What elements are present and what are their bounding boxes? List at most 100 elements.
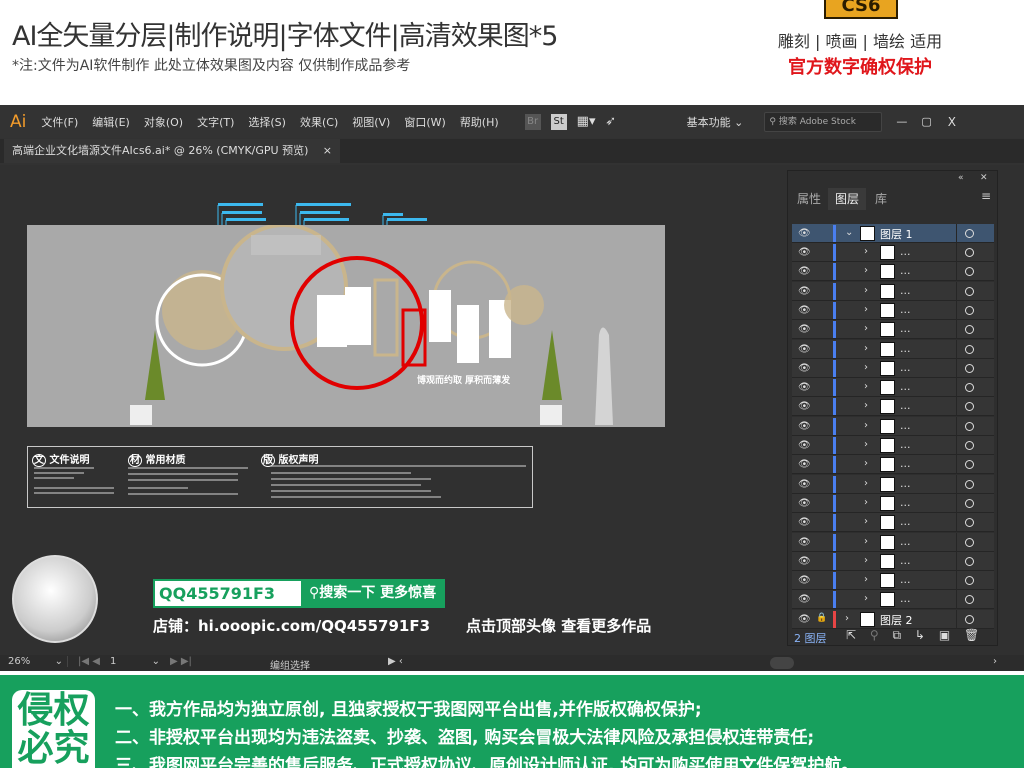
target-icon[interactable] <box>965 537 974 547</box>
sublayer-name[interactable]: ... <box>900 515 911 528</box>
document-tab[interactable]: 高端企业文化墙源文件AIcs6.ai* @ 26% (CMYK/GPU 预览) … <box>4 139 340 163</box>
layer-row-2[interactable]: 👁 🔒 › 图层 2 <box>792 609 994 629</box>
sublayer-row[interactable]: 👁 ›... <box>792 300 994 320</box>
sublayer-name[interactable]: ... <box>900 361 911 374</box>
sublayer-row[interactable]: 👁 ›... <box>792 551 994 571</box>
target-icon[interactable] <box>965 383 974 393</box>
target-icon[interactable] <box>965 498 974 508</box>
target-icon[interactable] <box>965 363 974 373</box>
sublayer-row[interactable]: 👁 ›... <box>792 532 994 552</box>
target-icon[interactable] <box>965 305 974 315</box>
visibility-eye-icon[interactable]: 👁 <box>798 498 811 509</box>
target-icon[interactable] <box>965 267 974 277</box>
expand-chevron-icon[interactable]: › <box>864 420 868 431</box>
visibility-eye-icon[interactable]: 👁 <box>798 344 811 355</box>
menu-file[interactable]: 文件(F) <box>34 114 85 130</box>
target-icon[interactable] <box>965 614 974 624</box>
visibility-eye-icon[interactable]: 👁 <box>798 421 811 432</box>
visibility-eye-icon[interactable]: 👁 <box>798 363 811 374</box>
expand-chevron-icon[interactable]: › <box>864 574 868 585</box>
sublayer-name[interactable]: ... <box>900 380 911 393</box>
target-icon[interactable] <box>965 286 974 296</box>
expand-chevron-icon[interactable]: › <box>864 593 868 604</box>
sublayer-name[interactable]: ... <box>900 303 911 316</box>
expand-chevron-icon[interactable]: › <box>864 285 868 296</box>
visibility-eye-icon[interactable]: 👁 <box>798 517 811 528</box>
artboard-select[interactable]: 1 ⌄ <box>110 656 160 667</box>
clipping-mask-icon[interactable]: ⧉ <box>893 628 902 642</box>
delete-icon[interactable]: 🗑 <box>964 628 979 642</box>
sublayer-row[interactable]: 👁 ›... <box>792 358 994 378</box>
sublayer-name[interactable]: ... <box>900 342 911 355</box>
sublayer-name[interactable]: ... <box>900 554 911 567</box>
expand-chevron-icon[interactable]: › <box>864 439 868 450</box>
layer-name[interactable]: 图层 1 <box>880 226 913 242</box>
sublayer-row[interactable]: 👁 ›... <box>792 590 994 610</box>
target-icon[interactable] <box>965 479 974 489</box>
artboard[interactable]: 博观而约取 厚积而薄发 <box>27 223 665 427</box>
collapse-panel-icon[interactable]: « <box>958 173 964 183</box>
sublayer-name[interactable]: ... <box>900 496 911 509</box>
expand-chevron-icon[interactable]: › <box>864 381 868 392</box>
visibility-eye-icon[interactable]: 👁 <box>798 575 811 586</box>
panel-menu-icon[interactable]: ≡ <box>981 189 991 203</box>
stock-search-input[interactable]: ⚲ 搜索 Adobe Stock <box>764 111 883 132</box>
first-artboard-icon[interactable]: |◀ ◀ <box>78 656 100 667</box>
sublayer-row[interactable]: 👁 ›... <box>792 262 994 282</box>
sublayer-name[interactable]: ... <box>900 573 911 586</box>
sublayer-row[interactable]: 👁 ›... <box>792 397 994 417</box>
menu-window[interactable]: 窗口(W) <box>397 114 452 130</box>
expand-chevron-icon[interactable]: › <box>864 362 868 373</box>
new-sublayer-icon[interactable]: ↳ <box>915 628 925 642</box>
sublayer-name[interactable]: ... <box>900 284 911 297</box>
expand-chevron-icon[interactable]: › <box>864 555 868 566</box>
close-tab-icon[interactable]: × <box>323 139 332 163</box>
close-button[interactable]: X <box>948 115 956 129</box>
close-panel-icon[interactable]: ✕ <box>980 173 988 183</box>
sublayer-row[interactable]: 👁 ›... <box>792 416 994 436</box>
sublayer-name[interactable]: ... <box>900 322 911 335</box>
visibility-eye-icon[interactable]: 👁 <box>798 459 811 470</box>
visibility-eye-icon[interactable]: 👁 <box>798 440 811 451</box>
horizontal-scrollbar-thumb[interactable] <box>770 657 794 669</box>
menu-type[interactable]: 文字(T) <box>190 114 241 130</box>
expand-chevron-icon[interactable]: › <box>845 613 849 624</box>
sublayer-name[interactable]: ... <box>900 399 911 412</box>
lock-icon[interactable]: 🔒 <box>816 613 827 623</box>
visibility-eye-icon[interactable]: 👁 <box>798 556 811 567</box>
layer-name[interactable]: 图层 2 <box>880 612 913 628</box>
target-icon[interactable] <box>965 518 974 528</box>
sublayer-name[interactable]: ... <box>900 477 911 490</box>
menu-effect[interactable]: 效果(C) <box>293 114 345 130</box>
target-icon[interactable] <box>965 421 974 431</box>
sublayer-row[interactable]: 👁 ›... <box>792 243 994 262</box>
expand-chevron-icon[interactable]: › <box>864 304 868 315</box>
target-icon[interactable] <box>965 344 974 354</box>
sublayer-row[interactable]: 👁 ›... <box>792 339 994 359</box>
target-icon[interactable] <box>965 556 974 566</box>
sublayer-row[interactable]: 👁 ›... <box>792 474 994 494</box>
expand-chevron-icon[interactable]: › <box>864 323 868 334</box>
canvas[interactable]: 博观而约取 厚积而薄发 文 文件说明 材 常用材质 版 版权声明 QQ45579… <box>0 165 1024 655</box>
sublayer-row[interactable]: 👁 ›... <box>792 493 994 513</box>
expand-chevron-icon[interactable]: › <box>864 516 868 527</box>
tab-layers[interactable]: 图层 <box>828 188 867 210</box>
menu-edit[interactable]: 编辑(E) <box>85 114 137 130</box>
expand-chevron-icon[interactable]: › <box>864 458 868 469</box>
expand-chevron-icon[interactable]: › <box>864 478 868 489</box>
target-icon[interactable] <box>965 248 974 257</box>
qq-search-input[interactable]: QQ455791F3 <box>153 579 303 608</box>
target-icon[interactable] <box>965 402 974 412</box>
visibility-eye-icon[interactable]: 👁 <box>798 228 811 239</box>
minimize-button[interactable]: — <box>896 115 907 128</box>
visibility-eye-icon[interactable]: 👁 <box>798 266 811 277</box>
last-artboard-icon[interactable]: ▶ ▶| <box>170 656 192 667</box>
visibility-eye-icon[interactable]: 👁 <box>798 382 811 393</box>
target-icon[interactable] <box>965 325 974 335</box>
zoom-select[interactable]: 26% ⌄ <box>8 656 68 667</box>
visibility-eye-icon[interactable]: 👁 <box>798 324 811 335</box>
shop-link[interactable]: 店铺：hi.ooopic.com/QQ455791F3 <box>153 615 430 636</box>
visibility-eye-icon[interactable]: 👁 <box>798 594 811 605</box>
sublayer-row[interactable]: 👁 ›... <box>792 320 994 340</box>
scroll-right-icon[interactable]: › <box>993 656 997 667</box>
